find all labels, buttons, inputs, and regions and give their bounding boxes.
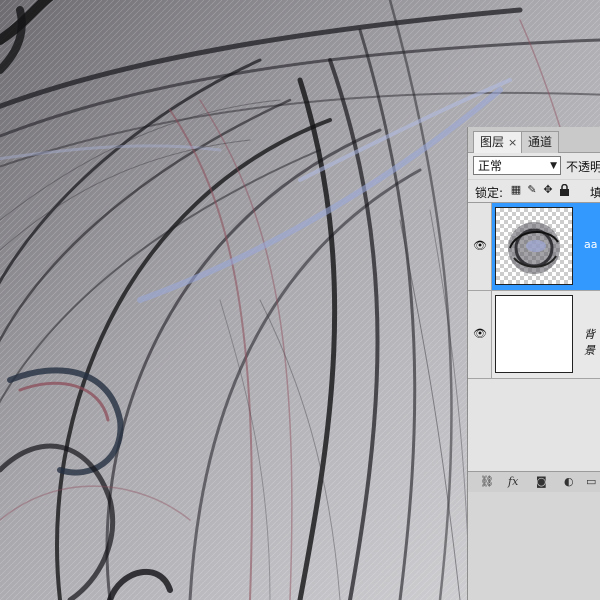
adjustment-icon[interactable]: ◐ <box>564 475 574 489</box>
tab-layers-label: 图层 <box>480 135 505 149</box>
lock-label: 锁定: <box>475 186 504 200</box>
blend-row: 正常 ▼ 不透明 <box>468 153 600 179</box>
eye-icon: 👁 <box>473 239 487 252</box>
visibility-toggle[interactable]: 👁 <box>468 291 492 378</box>
fx-icon[interactable]: fx <box>508 475 518 489</box>
mask-icon[interactable]: ◙ <box>536 475 547 489</box>
layer-name[interactable]: aa <box>584 238 597 251</box>
lock-transparent-pixels-icon[interactable]: ▦ <box>510 184 522 196</box>
panel-bottom-bar: ⛓ fx ◙ ◐ ▭ <box>468 471 600 492</box>
layers-panel: 图层× 通道 正常 ▼ 不透明 锁定: ▦ ✎ ✥ 填 👁 <box>467 127 600 600</box>
layer-row-background[interactable]: 👁 背景 <box>468 291 600 379</box>
eye-icon: 👁 <box>473 327 487 340</box>
chevron-down-icon: ▼ <box>550 161 557 171</box>
blend-mode-value: 正常 <box>478 159 503 173</box>
panel-tab-bar: 图层 × 通道 <box>468 127 600 154</box>
group-icon[interactable]: ▭ <box>586 475 596 489</box>
opacity-label: 不透明 <box>566 160 600 174</box>
blend-mode-select[interactable]: 正常 ▼ <box>473 156 561 175</box>
link-icon[interactable]: ⛓ <box>480 475 494 489</box>
tab-channels[interactable]: 通道 <box>521 131 560 153</box>
layer-name[interactable]: 背景 <box>584 326 600 358</box>
close-icon[interactable]: × <box>508 136 517 149</box>
swirl-thumbnail-art <box>508 222 560 274</box>
lock-image-pixels-icon[interactable]: ✎ <box>526 184 538 196</box>
lock-all-icon[interactable] <box>558 183 570 196</box>
tab-layers[interactable]: 图层 × <box>473 131 525 154</box>
layer-row-aa[interactable]: 👁 aa <box>468 203 600 291</box>
layer-thumbnail <box>495 207 573 285</box>
tab-channels-label: 通道 <box>528 135 553 149</box>
lock-row: 锁定: ▦ ✎ ✥ 填 <box>468 180 600 203</box>
visibility-toggle[interactable]: 👁 <box>468 203 492 290</box>
lock-position-icon[interactable]: ✥ <box>542 184 554 196</box>
layer-thumbnail <box>495 295 573 373</box>
fill-label: 填 <box>590 184 600 201</box>
layers-list: 👁 aa 👁 背景 <box>468 203 600 471</box>
